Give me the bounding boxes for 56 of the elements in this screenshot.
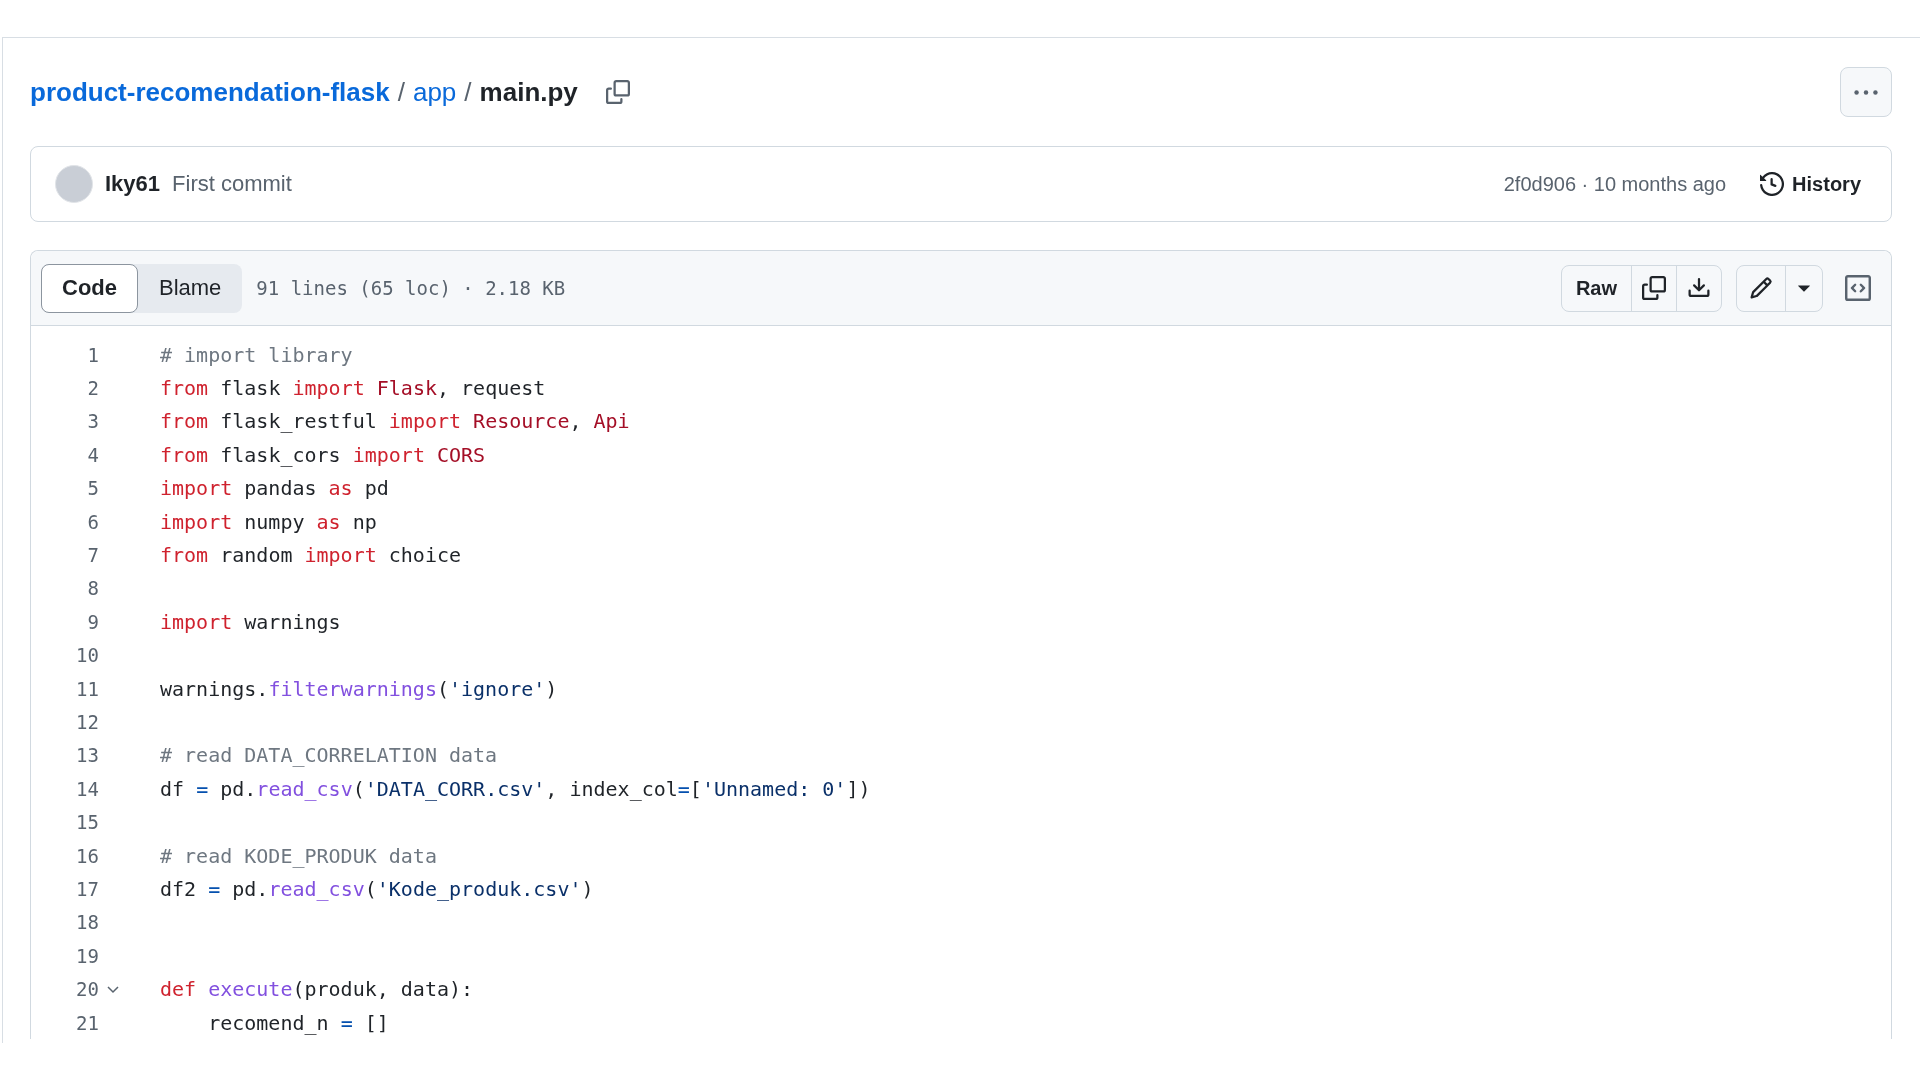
line-number: 16 bbox=[75, 844, 99, 867]
code-line: df2 = pd.read_csv('Kode_produk.csv') bbox=[160, 876, 594, 901]
line-number: 13 bbox=[75, 744, 99, 767]
caret-down-icon bbox=[1798, 284, 1810, 292]
line-number: 3 bbox=[86, 410, 99, 433]
view-tab[interactable]: Code bbox=[41, 263, 138, 313]
raw-button[interactable]: Raw bbox=[1561, 265, 1631, 311]
code-line: from flask_restful import Resource, Api bbox=[160, 409, 630, 434]
repo-link[interactable]: product-recomendation-flask bbox=[30, 76, 390, 108]
code-line: def execute(produk, data): bbox=[160, 977, 474, 1002]
line-number: 18 bbox=[75, 911, 99, 934]
pencil-icon bbox=[1749, 276, 1773, 300]
ellipsis-icon bbox=[1854, 89, 1878, 95]
code-line: recomend_n = [] bbox=[207, 1010, 389, 1035]
code-line: df = pd.read_csv('DATA_CORR.csv', index_col=['Unnamed: 0']) bbox=[160, 776, 871, 801]
line-number: 19 bbox=[75, 944, 99, 967]
commit-message[interactable]: First commit bbox=[172, 171, 292, 197]
line-number: 12 bbox=[75, 711, 99, 733]
download-icon bbox=[1687, 276, 1711, 300]
line-number: 1 bbox=[86, 343, 99, 366]
line-number: 11 bbox=[75, 677, 99, 700]
commit-author[interactable]: Iky61 bbox=[105, 171, 161, 197]
code-line: # read DATA_CORRELATION data bbox=[160, 743, 498, 768]
code-line: # import library bbox=[160, 342, 353, 367]
copy-icon bbox=[605, 80, 630, 104]
code-line: from flask_cors import CORS bbox=[160, 442, 486, 467]
line-number: 9 bbox=[86, 610, 99, 633]
code-line: import pandas as pd bbox=[160, 476, 389, 501]
line-number: 14 bbox=[75, 777, 99, 800]
path-separator: / bbox=[397, 76, 405, 108]
commit-meta[interactable]: 2f0d906 · 10 months ago bbox=[1503, 172, 1727, 196]
line-number: 15 bbox=[75, 811, 99, 834]
history-icon bbox=[1760, 172, 1785, 196]
code-line: from random import choice bbox=[160, 543, 462, 568]
line-number: 21 bbox=[75, 1011, 99, 1034]
view-tab[interactable]: Blame bbox=[138, 263, 243, 313]
code-line: # read KODE_PRODUK data bbox=[160, 843, 437, 868]
line-number: 17 bbox=[75, 877, 99, 900]
folder-link[interactable]: app bbox=[412, 76, 457, 108]
line-number: 20 bbox=[75, 978, 99, 1001]
line-number: 6 bbox=[86, 510, 99, 533]
file-info: 91 lines (65 loc) · 2.18 KB bbox=[256, 277, 566, 299]
code-line: import numpy as np bbox=[160, 509, 377, 534]
line-number: 8 bbox=[86, 577, 99, 600]
code-line: import warnings bbox=[160, 609, 341, 634]
line-number: 10 bbox=[75, 644, 99, 667]
history-button[interactable]: History bbox=[1754, 171, 1867, 197]
code-line: from flask import Flask, request bbox=[160, 376, 546, 401]
line-number: 7 bbox=[86, 544, 99, 567]
code-line: warnings.filterwarnings('ignore') bbox=[160, 676, 558, 701]
path-separator: / bbox=[464, 76, 472, 108]
line-number: 4 bbox=[86, 443, 99, 466]
line-number: 2 bbox=[86, 377, 99, 400]
line-number: 5 bbox=[86, 477, 99, 500]
file-name: main.py bbox=[479, 76, 578, 108]
copy-icon bbox=[1642, 276, 1666, 300]
